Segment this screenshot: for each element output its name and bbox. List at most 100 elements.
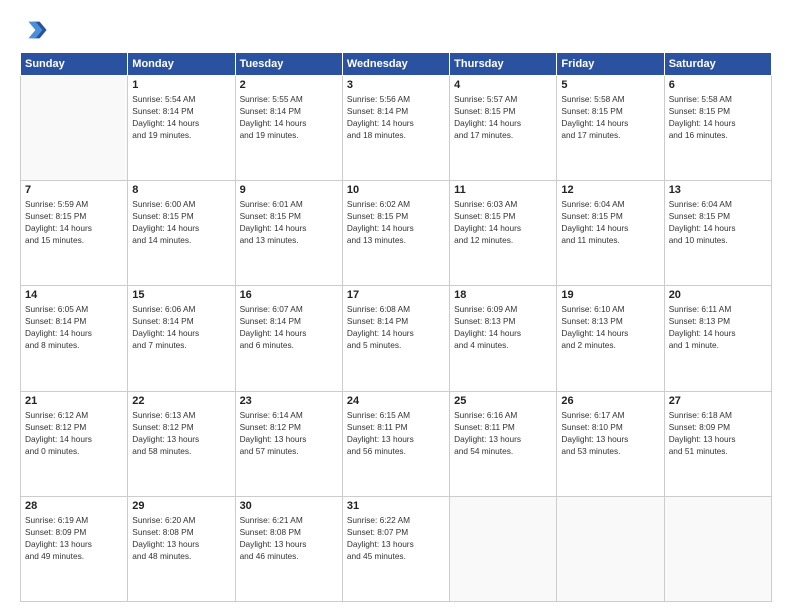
calendar-cell: 28 Sunrise: 6:19 AM Sunset: 8:09 PM Dayli… [21,496,128,601]
day-number: 6 [669,79,767,91]
cell-info: Sunrise: 6:04 AM Sunset: 8:15 PM Dayligh… [669,198,767,246]
day-number: 28 [25,500,123,512]
cell-info: Sunrise: 6:17 AM Sunset: 8:10 PM Dayligh… [561,409,659,457]
cell-info: Sunrise: 6:08 AM Sunset: 8:14 PM Dayligh… [347,303,445,351]
day-number: 12 [561,184,659,196]
cell-info: Sunrise: 5:54 AM Sunset: 8:14 PM Dayligh… [132,93,230,141]
calendar-cell: 22 Sunrise: 6:13 AM Sunset: 8:12 PM Dayli… [128,391,235,496]
calendar-cell: 13 Sunrise: 6:04 AM Sunset: 8:15 PM Dayli… [664,181,771,286]
calendar-cell: 9 Sunrise: 6:01 AM Sunset: 8:15 PM Daylig… [235,181,342,286]
cell-info: Sunrise: 6:11 AM Sunset: 8:13 PM Dayligh… [669,303,767,351]
cell-info: Sunrise: 6:19 AM Sunset: 8:09 PM Dayligh… [25,514,123,562]
calendar-cell: 16Sunrise: 6:07 AM Sunset: 8:14 PM Dayli… [235,286,342,391]
day-number: 27 [669,395,767,407]
cell-info: Sunrise: 6:01 AM Sunset: 8:15 PM Dayligh… [240,198,338,246]
calendar-cell: 31Sunrise: 6:22 AM Sunset: 8:07 PM Dayli… [342,496,449,601]
calendar-cell [664,496,771,601]
day-number: 10 [347,184,445,196]
calendar-cell [21,76,128,181]
calendar-cell: 12 Sunrise: 6:04 AM Sunset: 8:15 PM Dayli… [557,181,664,286]
calendar-cell: 7 Sunrise: 5:59 AM Sunset: 8:15 PM Daylig… [21,181,128,286]
calendar-cell: 8 Sunrise: 6:00 AM Sunset: 8:15 PM Daylig… [128,181,235,286]
calendar-cell: 1 Sunrise: 5:54 AM Sunset: 8:14 PM Daylig… [128,76,235,181]
calendar-cell: 11Sunrise: 6:03 AM Sunset: 8:15 PM Dayli… [450,181,557,286]
day-number: 8 [132,184,230,196]
calendar-cell: 6 Sunrise: 5:58 AM Sunset: 8:15 PM Daylig… [664,76,771,181]
cell-info: Sunrise: 6:12 AM Sunset: 8:12 PM Dayligh… [25,409,123,457]
calendar-cell: 21 Sunrise: 6:12 AM Sunset: 8:12 PM Dayli… [21,391,128,496]
cell-info: Sunrise: 6:06 AM Sunset: 8:14 PM Dayligh… [132,303,230,351]
calendar-header-saturday: Saturday [664,53,771,76]
cell-info: Sunrise: 5:59 AM Sunset: 8:15 PM Dayligh… [25,198,123,246]
day-number: 21 [25,395,123,407]
cell-info: Sunrise: 6:05 AM Sunset: 8:14 PM Dayligh… [25,303,123,351]
calendar-week-0: 1 Sunrise: 5:54 AM Sunset: 8:14 PM Daylig… [21,76,772,181]
calendar-week-1: 7 Sunrise: 5:59 AM Sunset: 8:15 PM Daylig… [21,181,772,286]
calendar-header-row: SundayMondayTuesdayWednesdayThursdayFrid… [21,53,772,76]
calendar-header-wednesday: Wednesday [342,53,449,76]
day-number: 22 [132,395,230,407]
day-number: 7 [25,184,123,196]
cell-info: Sunrise: 6:04 AM Sunset: 8:15 PM Dayligh… [561,198,659,246]
day-number: 30 [240,500,338,512]
calendar-cell: 14 Sunrise: 6:05 AM Sunset: 8:14 PM Dayli… [21,286,128,391]
calendar-cell: 25Sunrise: 6:16 AM Sunset: 8:11 PM Dayli… [450,391,557,496]
calendar-cell: 17 Sunrise: 6:08 AM Sunset: 8:14 PM Dayli… [342,286,449,391]
day-number: 24 [347,395,445,407]
day-number: 9 [240,184,338,196]
cell-info: Sunrise: 6:03 AM Sunset: 8:15 PM Dayligh… [454,198,552,246]
cell-info: Sunrise: 5:57 AM Sunset: 8:15 PM Dayligh… [454,93,552,141]
day-number: 5 [561,79,659,91]
day-number: 14 [25,289,123,301]
calendar-week-3: 21 Sunrise: 6:12 AM Sunset: 8:12 PM Dayli… [21,391,772,496]
calendar-header-thursday: Thursday [450,53,557,76]
calendar-cell: 10 Sunrise: 6:02 AM Sunset: 8:15 PM Dayli… [342,181,449,286]
calendar-header-friday: Friday [557,53,664,76]
cell-info: Sunrise: 6:16 AM Sunset: 8:11 PM Dayligh… [454,409,552,457]
cell-info: Sunrise: 6:00 AM Sunset: 8:15 PM Dayligh… [132,198,230,246]
cell-info: Sunrise: 6:15 AM Sunset: 8:11 PM Dayligh… [347,409,445,457]
calendar-cell: 2Sunrise: 5:55 AM Sunset: 8:14 PM Daylig… [235,76,342,181]
cell-info: Sunrise: 6:14 AM Sunset: 8:12 PM Dayligh… [240,409,338,457]
day-number: 15 [132,289,230,301]
cell-info: Sunrise: 5:58 AM Sunset: 8:15 PM Dayligh… [561,93,659,141]
calendar-cell: 27 Sunrise: 6:18 AM Sunset: 8:09 PM Dayli… [664,391,771,496]
calendar-cell: 15 Sunrise: 6:06 AM Sunset: 8:14 PM Dayli… [128,286,235,391]
calendar-cell: 26 Sunrise: 6:17 AM Sunset: 8:10 PM Dayli… [557,391,664,496]
header [20,16,772,44]
cell-info: Sunrise: 6:10 AM Sunset: 8:13 PM Dayligh… [561,303,659,351]
day-number: 13 [669,184,767,196]
calendar-table: SundayMondayTuesdayWednesdayThursdayFrid… [20,52,772,602]
day-number: 31 [347,500,445,512]
cell-info: Sunrise: 6:07 AM Sunset: 8:14 PM Dayligh… [240,303,338,351]
calendar-cell [450,496,557,601]
day-number: 17 [347,289,445,301]
calendar-cell: 5 Sunrise: 5:58 AM Sunset: 8:15 PM Daylig… [557,76,664,181]
day-number: 4 [454,79,552,91]
day-number: 3 [347,79,445,91]
page: SundayMondayTuesdayWednesdayThursdayFrid… [0,0,792,612]
day-number: 18 [454,289,552,301]
day-number: 19 [561,289,659,301]
cell-info: Sunrise: 6:13 AM Sunset: 8:12 PM Dayligh… [132,409,230,457]
calendar-cell: 24 Sunrise: 6:15 AM Sunset: 8:11 PM Dayli… [342,391,449,496]
calendar-cell: 20Sunrise: 6:11 AM Sunset: 8:13 PM Dayli… [664,286,771,391]
calendar-cell: 19 Sunrise: 6:10 AM Sunset: 8:13 PM Dayli… [557,286,664,391]
cell-info: Sunrise: 6:02 AM Sunset: 8:15 PM Dayligh… [347,198,445,246]
day-number: 29 [132,500,230,512]
calendar-header-sunday: Sunday [21,53,128,76]
logo [20,16,52,44]
cell-info: Sunrise: 5:58 AM Sunset: 8:15 PM Dayligh… [669,93,767,141]
cell-info: Sunrise: 6:09 AM Sunset: 8:13 PM Dayligh… [454,303,552,351]
calendar-cell: 30 Sunrise: 6:21 AM Sunset: 8:08 PM Dayli… [235,496,342,601]
day-number: 1 [132,79,230,91]
cell-info: Sunrise: 6:20 AM Sunset: 8:08 PM Dayligh… [132,514,230,562]
calendar-cell: 23Sunrise: 6:14 AM Sunset: 8:12 PM Dayli… [235,391,342,496]
day-number: 2 [240,79,338,91]
day-number: 26 [561,395,659,407]
cell-info: Sunrise: 6:18 AM Sunset: 8:09 PM Dayligh… [669,409,767,457]
logo-icon [20,16,48,44]
cell-info: Sunrise: 5:56 AM Sunset: 8:14 PM Dayligh… [347,93,445,141]
cell-info: Sunrise: 6:21 AM Sunset: 8:08 PM Dayligh… [240,514,338,562]
calendar-week-4: 28 Sunrise: 6:19 AM Sunset: 8:09 PM Dayli… [21,496,772,601]
